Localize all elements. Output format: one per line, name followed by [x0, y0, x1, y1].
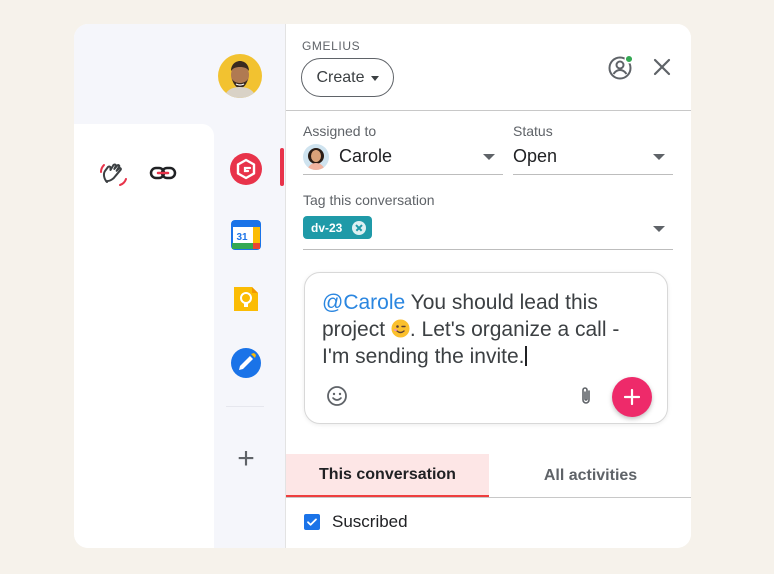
assignee-avatar — [303, 143, 329, 170]
status-label: Status — [513, 123, 553, 139]
add-button[interactable] — [612, 377, 652, 417]
wave-hand-icon[interactable] — [98, 158, 128, 188]
wink-emoji-icon — [391, 318, 410, 338]
chevron-down-icon — [653, 154, 665, 160]
mention[interactable]: @Carole — [322, 291, 405, 314]
header-divider — [286, 110, 691, 111]
active-app-indicator — [280, 148, 284, 186]
text-cursor — [525, 346, 527, 366]
rail-divider — [226, 406, 264, 407]
avatar[interactable] — [218, 54, 262, 98]
tab-all-activities[interactable]: All activities — [489, 454, 691, 497]
composer-text[interactable]: @Carole You should lead this project . L… — [322, 289, 652, 370]
status-value: Open — [513, 146, 558, 166]
left-content-area — [74, 124, 214, 548]
subscribed-label: Suscribed — [332, 512, 408, 531]
tag-label: Tag this conversation — [303, 192, 435, 208]
user-status-icon[interactable] — [608, 54, 634, 80]
google-calendar-icon[interactable]: 31 — [229, 218, 263, 252]
create-button-label: Create — [316, 68, 365, 86]
conversation-panel: GMELIUS Create Assigned to Carole Status… — [285, 24, 691, 548]
paperclip-icon[interactable] — [575, 385, 597, 407]
gmelius-app-icon[interactable] — [229, 152, 263, 186]
message-composer[interactable]: @Carole You should lead this project . L… — [304, 272, 668, 424]
chevron-down-icon — [370, 76, 379, 81]
remove-tag-icon[interactable] — [352, 220, 367, 235]
close-icon[interactable] — [652, 57, 672, 77]
gmelius-widget-card: 31 + GMELIUS Create Assigned to Carole S… — [74, 24, 691, 548]
add-app-button[interactable]: + — [233, 444, 259, 474]
chevron-down-icon — [653, 226, 665, 232]
assignee-select[interactable]: Carole — [303, 139, 503, 175]
tag-chip[interactable]: dv-23 — [303, 216, 373, 239]
subscription-row: Suscribed — [304, 512, 408, 532]
brand-label: GMELIUS — [302, 39, 361, 53]
calendar-day-label: 31 — [236, 232, 248, 243]
tab-this-conversation[interactable]: This conversation — [286, 454, 489, 497]
emoji-icon[interactable] — [326, 385, 348, 407]
create-button[interactable]: Create — [301, 58, 394, 97]
assigned-label: Assigned to — [303, 123, 377, 139]
activity-tabs: This conversation All activities — [286, 454, 691, 498]
check-icon — [307, 518, 317, 526]
tag-chip-label: dv-23 — [311, 220, 343, 235]
chevron-down-icon — [483, 154, 495, 160]
google-tasks-icon[interactable] — [229, 346, 263, 380]
status-select[interactable]: Open — [513, 139, 673, 175]
subscribed-checkbox[interactable] — [304, 514, 320, 530]
tag-select[interactable]: dv-23 — [303, 212, 673, 250]
plus-icon — [624, 389, 640, 405]
google-keep-icon[interactable] — [229, 282, 263, 316]
link-icon[interactable] — [148, 162, 178, 184]
assignee-value: Carole — [339, 146, 393, 166]
